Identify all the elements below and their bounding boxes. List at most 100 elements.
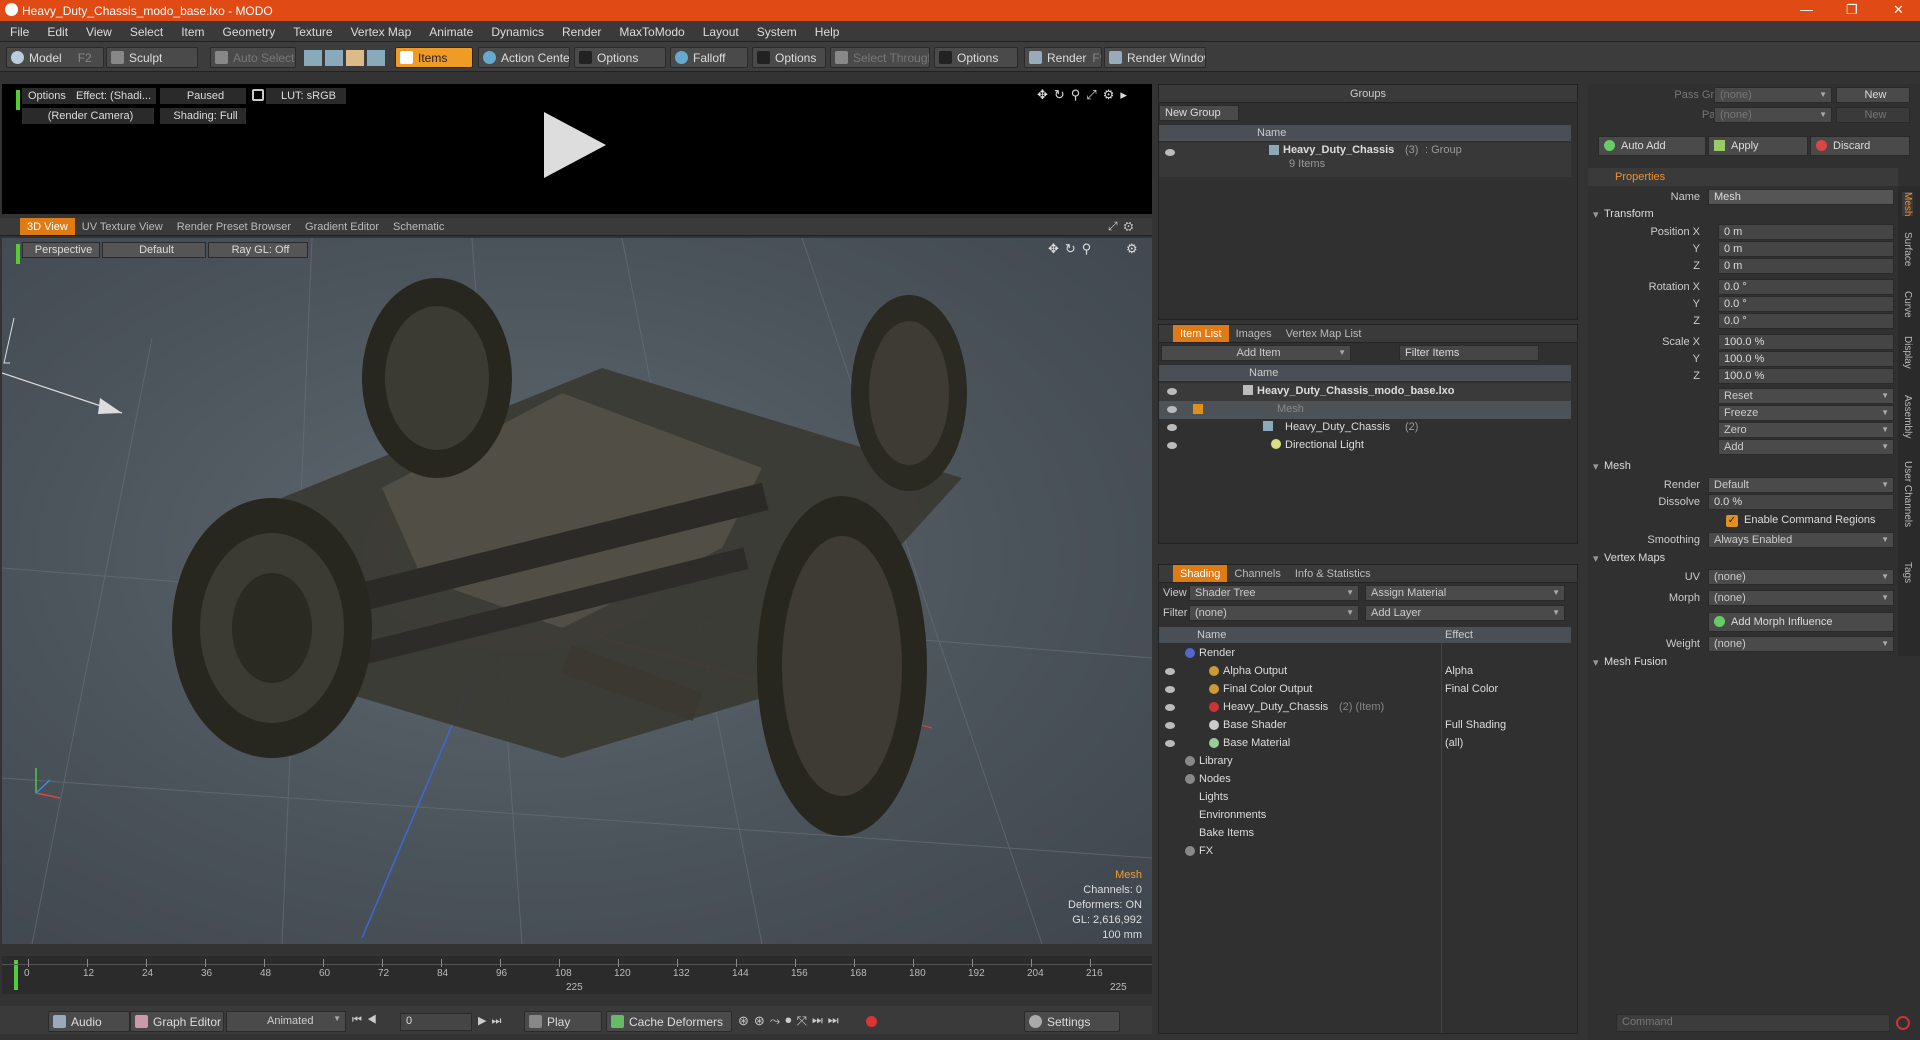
apply-button[interactable]: Apply	[1708, 136, 1808, 156]
transport-next-icons[interactable]: ▶⏭	[478, 1014, 506, 1028]
new-group-button[interactable]: New Group	[1159, 105, 1239, 121]
shader-row-effect[interactable]: (all)	[1445, 737, 1463, 749]
select-options-button[interactable]: Options	[934, 47, 1018, 68]
smoothing-dropdown[interactable]: Always Enabled	[1708, 532, 1894, 548]
visibility-icon[interactable]	[1165, 722, 1175, 729]
settings-button[interactable]: Settings	[1024, 1011, 1120, 1032]
shader-row[interactable]: Lights	[1159, 789, 1571, 807]
render-window-button[interactable]: Render Window	[1104, 47, 1206, 68]
new-pass-group-button[interactable]: New	[1836, 87, 1910, 103]
audio-button[interactable]: Audio	[48, 1011, 130, 1032]
weight-dropdown[interactable]: (none)	[1708, 636, 1894, 652]
pos-x-input[interactable]: 0 m	[1718, 224, 1894, 240]
view-tab-3[interactable]: Gradient Editor	[298, 218, 386, 235]
shader-row[interactable]: Library	[1159, 753, 1571, 771]
scale-z-input[interactable]: 100.0 %	[1718, 368, 1894, 384]
menu-item-6[interactable]: Texture	[283, 21, 340, 39]
shader-view-dropdown[interactable]: Shader Tree	[1189, 585, 1359, 601]
vertex-maps-section[interactable]: Vertex Maps	[1588, 552, 1896, 568]
command-record-icon[interactable]	[1896, 1016, 1910, 1030]
3d-viewport[interactable]: Perspective Default Ray GL: Off ✥↻⚲ ⚙ Me…	[2, 238, 1152, 944]
shader-row-effect[interactable]: Full Shading	[1445, 719, 1506, 731]
shader-row-effect[interactable]: Final Color	[1445, 683, 1498, 695]
graph-editor-button[interactable]: Graph Editor	[130, 1011, 224, 1032]
group-row[interactable]: Heavy_Duty_Chassis (3) : Group 9 Items	[1159, 143, 1571, 177]
preview-options-button[interactable]: Options	[22, 88, 70, 104]
add-dropdown[interactable]: Add	[1718, 439, 1894, 455]
vertex-mode-icon[interactable]	[304, 50, 322, 66]
menu-item-4[interactable]: Item	[171, 21, 212, 39]
shader-row[interactable]: Heavy_Duty_Chassis (2) (Item)	[1159, 699, 1571, 717]
preview-shading-dropdown[interactable]: Shading: Full	[160, 108, 246, 124]
item-tab-2[interactable]: Vertex Map List	[1279, 325, 1369, 342]
menu-item-7[interactable]: Vertex Map	[341, 21, 420, 39]
shading-tab-1[interactable]: Channels	[1227, 565, 1287, 582]
command-input[interactable]: Command	[1616, 1014, 1890, 1032]
lock-icon[interactable]	[252, 89, 264, 101]
add-layer-dropdown[interactable]: Add Layer	[1365, 605, 1565, 621]
falloff-button[interactable]: Falloff	[670, 47, 748, 68]
side-tab-1[interactable]: Surface	[1902, 232, 1913, 266]
item-row-scene[interactable]: Heavy_Duty_Chassis_modo_base.lxo	[1159, 383, 1571, 401]
reset-dropdown[interactable]: Reset	[1718, 388, 1894, 404]
properties-tab[interactable]: Properties	[1608, 168, 1673, 185]
menu-item-10[interactable]: Render	[552, 21, 609, 39]
add-morph-influence-button[interactable]: Add Morph Influence	[1708, 612, 1894, 632]
scale-y-input[interactable]: 100.0 %	[1718, 351, 1894, 367]
transform-section[interactable]: Transform	[1588, 208, 1896, 224]
menu-item-0[interactable]: File	[0, 21, 37, 39]
maximize-icon[interactable]: ❐	[1846, 2, 1858, 18]
action-center-options-button[interactable]: Options	[574, 47, 666, 68]
record-icon[interactable]	[866, 1016, 877, 1027]
passes-dropdown[interactable]: (none)	[1714, 107, 1832, 123]
select-through-button[interactable]: Select Through	[830, 47, 930, 68]
item-row-light[interactable]: Directional Light	[1159, 437, 1571, 455]
enable-command-regions-checkbox[interactable]: ✓	[1726, 515, 1738, 527]
side-tab-3[interactable]: Display	[1902, 336, 1913, 369]
shader-row-effect[interactable]: Alpha	[1445, 665, 1473, 677]
name-input[interactable]: Mesh	[1708, 189, 1894, 205]
transport-prev-icons[interactable]: ⏮◀	[352, 1014, 382, 1027]
polygon-mode-icon[interactable]	[346, 50, 364, 66]
play-icon[interactable]	[544, 112, 606, 178]
side-tab-6[interactable]: Tags	[1902, 562, 1913, 583]
render-prop-dropdown[interactable]: Default	[1708, 477, 1894, 493]
visibility-icon[interactable]	[1167, 406, 1177, 413]
shading-tab-2[interactable]: Info & Statistics	[1288, 565, 1378, 582]
preview-paused-button[interactable]: Paused	[160, 88, 246, 104]
new-pass-button[interactable]: New	[1836, 107, 1910, 123]
visibility-icon[interactable]	[1165, 686, 1175, 693]
shading-style-dropdown[interactable]: Default	[102, 242, 206, 258]
add-item-dropdown[interactable]: Add Item	[1161, 345, 1351, 361]
timeline[interactable]: 225 225 0 12 24 36 48 60 72 84 96 108 120 132 144 156…	[2, 956, 1152, 994]
sculpt-mode-button[interactable]: Sculpt	[106, 47, 198, 68]
zero-dropdown[interactable]: Zero	[1718, 422, 1894, 438]
item-row-chassis[interactable]: Heavy_Duty_Chassis (2)	[1159, 419, 1571, 437]
view-tab-icons[interactable]: ⤢⚙	[1108, 219, 1139, 234]
item-tab-1[interactable]: Images	[1229, 325, 1279, 342]
preview-lut-dropdown[interactable]: LUT: sRGB	[266, 88, 346, 104]
model-mode-button[interactable]: Model F2	[6, 47, 104, 68]
view-tab-4[interactable]: Schematic	[386, 218, 451, 235]
view-tab-2[interactable]: Render Preset Browser	[170, 218, 298, 235]
pos-y-input[interactable]: 0 m	[1718, 241, 1894, 257]
shader-row[interactable]: Render	[1159, 645, 1571, 663]
menu-item-11[interactable]: MaxToModo	[609, 21, 692, 39]
item-tab-0[interactable]: Item List	[1173, 325, 1229, 342]
minimize-icon[interactable]: —	[1800, 2, 1813, 17]
view-tab-1[interactable]: UV Texture View	[75, 218, 170, 235]
auto-add-button[interactable]: Auto Add	[1598, 136, 1706, 156]
side-tab-5[interactable]: User Channels	[1902, 461, 1913, 527]
side-tab-2[interactable]: Curve	[1902, 291, 1913, 318]
shader-row[interactable]: Environments	[1159, 807, 1571, 825]
menu-item-9[interactable]: Dynamics	[481, 21, 552, 39]
action-center-button[interactable]: Action Center	[478, 47, 570, 68]
visibility-icon[interactable]	[1167, 388, 1177, 395]
assign-material-dropdown[interactable]: Assign Material	[1365, 585, 1565, 601]
preview-effect-dropdown[interactable]: Effect: (Shadi...	[70, 88, 156, 104]
shader-row[interactable]: Bake Items	[1159, 825, 1571, 843]
shader-row[interactable]: FX	[1159, 843, 1571, 861]
shader-row[interactable]: Base Material (all)	[1159, 735, 1571, 753]
side-tab-0[interactable]: Mesh	[1902, 192, 1913, 217]
morph-dropdown[interactable]: (none)	[1708, 590, 1894, 606]
